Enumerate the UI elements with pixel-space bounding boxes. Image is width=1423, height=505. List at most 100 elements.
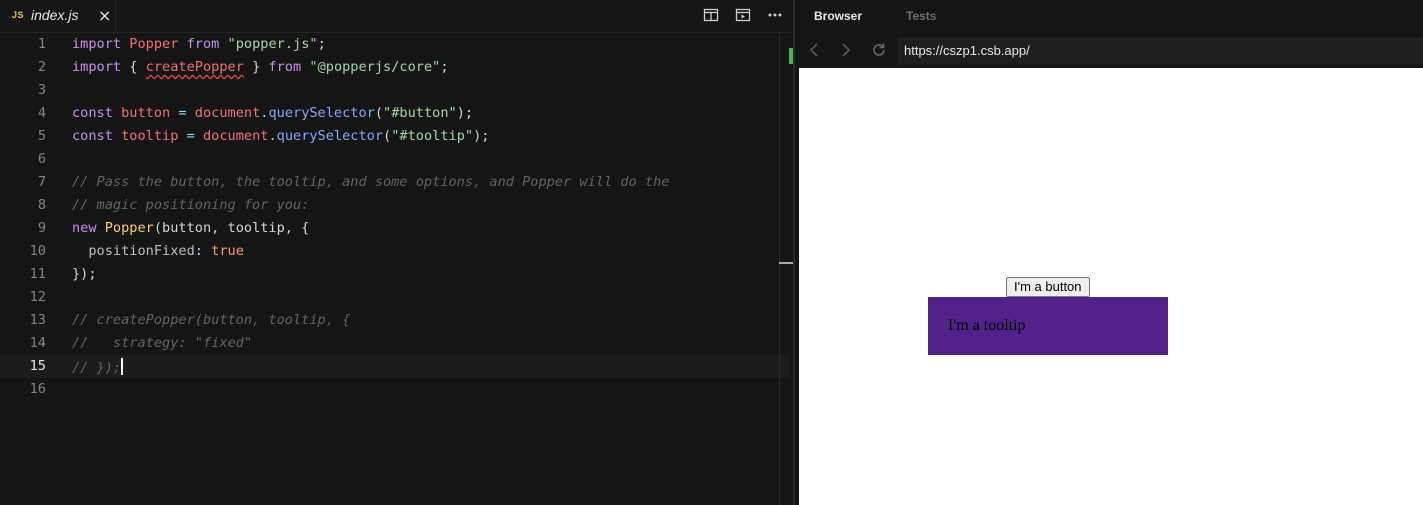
code-text: const button = document.querySelector("#…	[72, 105, 474, 121]
boolean: true	[211, 243, 244, 259]
line-number: 3	[37, 82, 46, 98]
split-editor-icon[interactable]	[703, 7, 719, 28]
identifier: button	[121, 105, 171, 121]
keyword: const	[72, 128, 113, 144]
code-text: });	[72, 266, 97, 282]
code-text: // });	[72, 358, 124, 376]
code-line: 7 // Pass the button, the tooltip, and s…	[0, 171, 790, 194]
operator: =	[170, 105, 195, 121]
function-name: querySelector	[268, 105, 375, 121]
browser-preview-pane: Browser Tests https://cszp1.csb.app/ I'm…	[795, 0, 1423, 505]
code-line: 9 new Popper(button, tooltip, {	[0, 217, 790, 240]
forward-arrow-icon[interactable]	[840, 42, 852, 62]
identifier-error: createPopper	[145, 59, 244, 75]
line-number: 15	[29, 358, 46, 374]
tooltip-text: I'm a tooltip	[948, 317, 1026, 334]
code-line: 16	[0, 378, 790, 401]
line-number: 4	[37, 105, 46, 121]
code-line: 3	[0, 79, 790, 102]
close-tab-icon[interactable]: ×	[98, 6, 111, 25]
line-number: 9	[37, 220, 46, 236]
back-arrow-icon[interactable]	[808, 42, 820, 62]
punctuation: {	[121, 59, 146, 75]
more-actions-icon[interactable]	[767, 7, 783, 28]
code-line: 1 import Popper from "popper.js";	[0, 33, 790, 56]
operator: .	[268, 128, 277, 144]
browser-nav-bar: https://cszp1.csb.app/	[795, 37, 1423, 65]
scroll-position-marker[interactable]	[779, 262, 793, 264]
tab-filename[interactable]: index.js	[31, 7, 78, 23]
string: "popper.js"	[227, 36, 318, 52]
keyword: import	[72, 59, 122, 75]
line-number: 2	[37, 59, 46, 75]
tab-tests[interactable]: Tests	[906, 9, 936, 23]
keyword: import	[72, 36, 122, 52]
line-number: 7	[37, 174, 46, 190]
identifier: document	[194, 105, 261, 121]
url-bar[interactable]: https://cszp1.csb.app/	[898, 37, 1423, 65]
line-number: 5	[37, 128, 46, 144]
punctuation: );	[473, 128, 490, 144]
tab-index-js[interactable]: JS index.js ×	[0, 0, 116, 32]
code-text: import Popper from "popper.js";	[72, 36, 326, 52]
keyword: from	[268, 59, 302, 75]
punctuation: (button, tooltip, {	[153, 220, 310, 236]
line-number: 11	[29, 266, 46, 282]
line-number: 14	[29, 335, 46, 351]
editor-scrollbar[interactable]	[779, 33, 780, 505]
code-line: 8 // magic positioning for you:	[0, 194, 790, 217]
code-line: 5 const tooltip = document.querySelector…	[0, 125, 790, 148]
code-comment: // createPopper(button, tooltip, {	[72, 312, 351, 328]
punctuation: }	[243, 59, 269, 75]
line-number: 12	[29, 289, 46, 305]
identifier: Popper	[129, 36, 179, 52]
punctuation: ;	[440, 59, 449, 75]
punctuation: );	[456, 105, 474, 121]
identifier: tooltip	[121, 128, 179, 144]
string: "#tooltip"	[391, 128, 474, 144]
text-cursor	[121, 358, 124, 375]
line-number: 16	[29, 381, 46, 397]
string: "@popperjs/core"	[309, 59, 441, 75]
demo-button[interactable]: I'm a button	[1006, 277, 1090, 297]
refresh-icon[interactable]	[871, 42, 887, 62]
editor-tab-bar: JS index.js ×	[0, 0, 793, 33]
line-number: 10	[29, 243, 46, 259]
demo-tooltip: I'm a tooltip	[928, 297, 1168, 355]
code-editor[interactable]: JS index.js × 1 import Popper from "popp…	[0, 0, 793, 505]
function-name: querySelector	[276, 128, 384, 144]
code-line: 12	[0, 286, 790, 309]
code-text: import { createPopper } from "@popperjs/…	[72, 59, 449, 75]
code-comment: // strategy: "fixed"	[72, 335, 253, 351]
code-comment: // });	[72, 360, 122, 376]
code-line: 11 });	[0, 263, 790, 286]
code-text: positionFixed: true	[72, 243, 244, 259]
class-name: Popper	[104, 220, 154, 236]
code-text: const tooltip = document.querySelector("…	[72, 128, 490, 144]
line-number: 8	[37, 197, 46, 213]
code-comment: // Pass the button, the tooltip, and som…	[72, 174, 670, 190]
code-line: 10 positionFixed: true	[0, 240, 790, 263]
code-line-active: 15 // });	[0, 355, 790, 378]
operator: :	[194, 243, 203, 259]
code-comment: // magic positioning for you:	[72, 197, 310, 213]
operator: =	[178, 128, 203, 144]
keyword: const	[72, 105, 113, 121]
open-preview-icon[interactable]	[735, 7, 751, 28]
code-line: 13 // createPopper(button, tooltip, {	[0, 309, 790, 332]
code-text: new Popper(button, tooltip, {	[72, 220, 309, 236]
js-file-icon: JS	[12, 10, 25, 20]
tab-browser[interactable]: Browser	[814, 9, 862, 23]
line-number: 1	[37, 36, 46, 52]
code-line: 14 // strategy: "fixed"	[0, 332, 790, 355]
line-number: 13	[29, 312, 46, 328]
property: positionFixed	[88, 243, 195, 259]
preview-viewport[interactable]: I'm a tooltip I'm a button	[799, 68, 1423, 505]
code-line: 4 const button = document.querySelector(…	[0, 102, 790, 125]
keyword: new	[72, 220, 97, 236]
preview-tab-bar: Browser Tests	[795, 0, 1423, 32]
line-number: 6	[37, 151, 46, 167]
code-line: 6	[0, 148, 790, 171]
code-line: 2 import { createPopper } from "@popperj…	[0, 56, 790, 79]
identifier: document	[202, 128, 269, 144]
